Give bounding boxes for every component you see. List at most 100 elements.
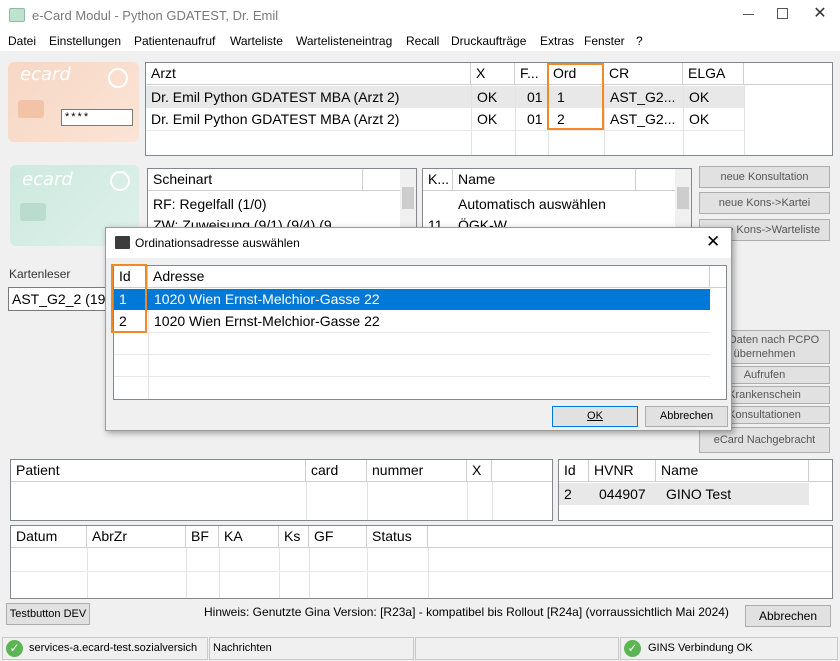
x-cell: OK: [477, 111, 498, 127]
status-messages: Nachrichten: [209, 637, 414, 660]
kasse-table: K... Name Automatisch auswählen 11 ÖGK-W: [422, 168, 692, 233]
chip-icon: [18, 100, 44, 118]
col-bf[interactable]: BF: [186, 526, 219, 548]
col-hvnr[interactable]: HVNR: [589, 460, 656, 482]
menu-datei[interactable]: Datei: [8, 34, 36, 48]
maximize-icon[interactable]: [777, 8, 788, 19]
ok-button[interactable]: OK: [552, 406, 638, 427]
col-k[interactable]: K...: [423, 169, 453, 191]
adresse-cell: 1020 Wien Ernst-Melchior-Gasse 22: [154, 291, 380, 307]
cancel-button[interactable]: Abbrechen: [645, 406, 728, 427]
ordinationsadresse-dialog: Ordinationsadresse auswählen ✕ Id Adress…: [105, 227, 732, 431]
id-column-highlight: [111, 264, 147, 333]
window-title: e-Card Modul - Python GDATEST, Dr. Emil: [32, 8, 279, 23]
title-bar: e-Card Modul - Python GDATEST, Dr. Emil …: [0, 0, 840, 31]
f-cell: 01: [527, 111, 543, 127]
hvnr-cell: 044907: [599, 486, 646, 502]
pin-input[interactable]: ****: [61, 109, 133, 126]
menu-extras[interactable]: Extras: [540, 34, 574, 48]
dialog-title-bar: Ordinationsadresse auswählen ✕: [106, 228, 731, 258]
col-name[interactable]: Name: [656, 460, 809, 482]
status-gins: ✓ GINS Verbindung OK: [620, 637, 838, 660]
dialog-close-icon[interactable]: ✕: [706, 232, 720, 252]
neue-konsultation-button[interactable]: neue Konsultation: [699, 166, 830, 188]
arzt-table: Arzt X F... Ord CR ELGA Dr. Emil Python …: [145, 62, 833, 156]
hvnr-table: Id HVNR Name 2 044907 GINO Test: [558, 459, 833, 521]
hinweis-text: Hinweis: Genutzte Gina Version: [R23a] -…: [204, 605, 729, 619]
kartenleser-select[interactable]: AST_G2_2 (192: [8, 287, 112, 311]
col-abrzr[interactable]: AbrZr: [87, 526, 186, 548]
menu-warteliste[interactable]: Warteliste: [230, 34, 283, 48]
history-table: Datum AbrZr BF KA Ks GF Status: [10, 525, 833, 599]
cr-cell: AST_G2...: [610, 89, 676, 105]
check-icon: ✓: [6, 640, 23, 657]
menu-recall[interactable]: Recall: [406, 34, 439, 48]
list-item[interactable]: RF: Regelfall (1/0): [153, 196, 267, 212]
scrollbar[interactable]: [675, 169, 691, 229]
col-cr[interactable]: CR: [604, 63, 683, 85]
ecard-logo: ecard: [22, 169, 73, 190]
kartenleser-label: Kartenleser: [9, 267, 71, 281]
name-cell: GINO Test: [666, 486, 732, 502]
menu-druckauftraege[interactable]: Druckaufträge: [451, 34, 526, 48]
col-patient[interactable]: Patient: [11, 460, 306, 482]
col-nummer[interactable]: nummer: [367, 460, 467, 482]
scheinart-table: Scheinart RF: Regelfall (1/0) ZW: Zuweis…: [147, 168, 417, 233]
patient-table: Patient card nummer X: [10, 459, 553, 521]
ecard-image-top: ecard: [8, 62, 139, 142]
messages-text: Nachrichten: [213, 642, 272, 654]
col-id[interactable]: Id: [559, 460, 589, 482]
ord-column-highlight: [547, 63, 604, 130]
ecard-logo: ecard: [20, 64, 71, 85]
adresse-cell: 1020 Wien Ernst-Melchior-Gasse 22: [154, 313, 380, 329]
col-arzt[interactable]: Arzt: [146, 63, 471, 85]
testbutton-dev[interactable]: Testbutton DEV: [6, 603, 90, 625]
f-cell: 01: [527, 89, 543, 105]
menu-fenster[interactable]: Fenster: [584, 34, 625, 48]
ecard-app-icon: [9, 8, 25, 22]
col-adresse[interactable]: Adresse: [148, 266, 710, 288]
menu-help[interactable]: ?: [636, 34, 643, 48]
col-datum[interactable]: Datum: [11, 526, 87, 548]
col-ka[interactable]: KA: [219, 526, 279, 548]
status-service: ✓ services-a.ecard-test.sozialversich: [2, 637, 208, 660]
x-cell: OK: [477, 89, 498, 105]
col-scheinart[interactable]: Scheinart: [148, 169, 363, 191]
col-name[interactable]: Name: [453, 169, 636, 191]
minimize-icon[interactable]: [743, 14, 754, 15]
col-status[interactable]: Status: [367, 526, 428, 548]
menu-bar: Datei Einstellungen Patientenaufruf Wart…: [0, 31, 840, 51]
col-x[interactable]: X: [467, 460, 492, 482]
neue-kons-kartei-button[interactable]: neue Kons->Kartei: [699, 192, 830, 214]
col-card[interactable]: card: [306, 460, 367, 482]
scrollbar[interactable]: [400, 169, 416, 229]
service-text: services-a.ecard-test.sozialversich: [29, 642, 198, 654]
chip-icon: [20, 203, 46, 221]
sv-logo-icon: [110, 171, 130, 191]
sv-logo-icon: [108, 68, 128, 88]
check-icon: ✓: [624, 640, 641, 657]
adresse-table: Id Adresse 1 1020 Wien Ernst-Melchior-Ga…: [113, 265, 727, 400]
arzt-cell: Dr. Emil Python GDATEST MBA (Arzt 2): [151, 89, 400, 105]
dialog-title: Ordinationsadresse auswählen: [135, 236, 300, 250]
menu-einstellungen[interactable]: Einstellungen: [49, 34, 121, 48]
id-cell: 2: [564, 486, 572, 502]
status-empty: [415, 637, 619, 660]
close-icon[interactable]: ✕: [808, 3, 832, 27]
cr-cell: AST_G2...: [610, 111, 676, 127]
menu-patientenaufruf[interactable]: Patientenaufruf: [134, 34, 215, 48]
col-elga[interactable]: ELGA: [683, 63, 744, 85]
elga-cell: OK: [689, 89, 710, 105]
elga-cell: OK: [689, 111, 710, 127]
abbrechen-button[interactable]: Abbrechen: [745, 605, 831, 627]
list-item[interactable]: Automatisch auswählen: [458, 196, 606, 212]
col-x[interactable]: X: [471, 63, 515, 85]
col-empty: [744, 63, 832, 85]
menu-wartelisteneintrag[interactable]: Wartelisteneintrag: [296, 34, 392, 48]
gins-text: GINS Verbindung OK: [648, 642, 753, 654]
col-ks[interactable]: Ks: [279, 526, 309, 548]
col-gf[interactable]: GF: [309, 526, 367, 548]
arzt-cell: Dr. Emil Python GDATEST MBA (Arzt 2): [151, 111, 400, 127]
computer-icon: [115, 236, 130, 249]
col-f[interactable]: F...: [515, 63, 548, 85]
